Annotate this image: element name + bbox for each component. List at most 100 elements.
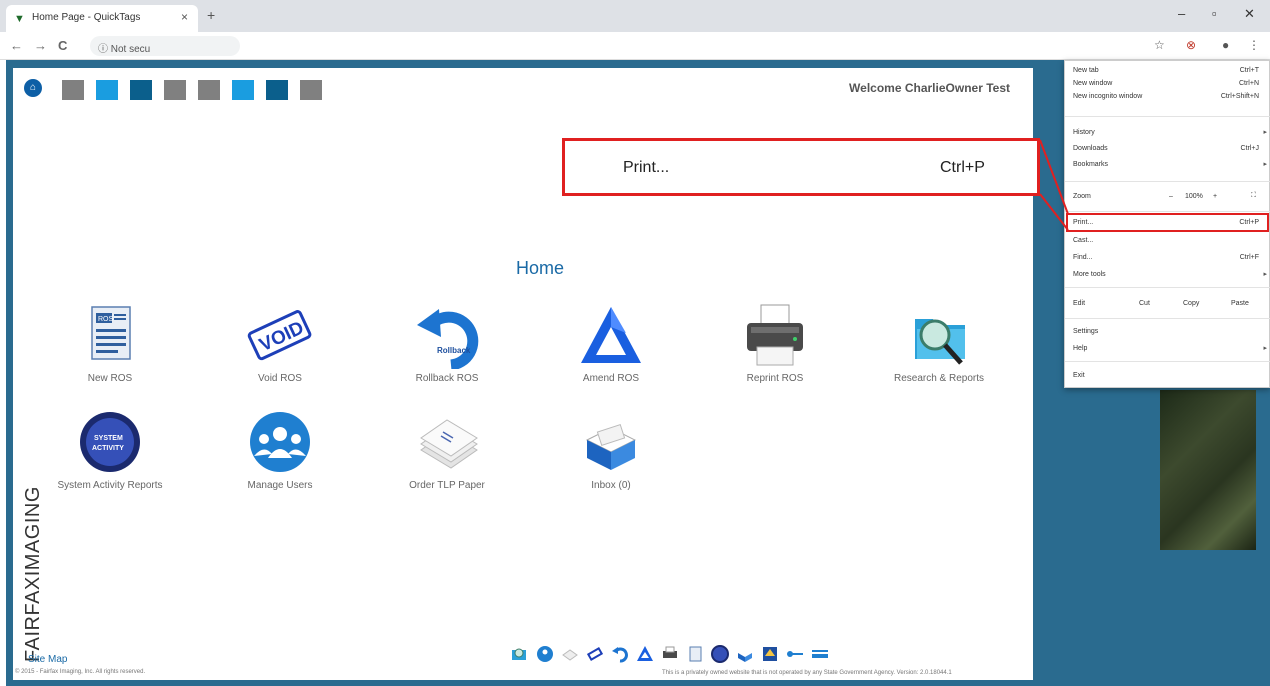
amend-ros-button[interactable]: Amend ROS [536,303,686,384]
menu-bookmarks[interactable]: Bookmarks ▸ [1065,159,1270,171]
reprint-ros-label: Reprint ROS [746,373,804,384]
void-stamp-icon: VOID [240,303,320,369]
menu-new-tab[interactable]: New tab Ctrl+T [1065,65,1270,77]
activity-icon-text: ACTIVITY [92,445,124,452]
inbox-label: Inbox (0) [591,480,631,491]
chrome-menu-icon[interactable]: ⋮ [1248,38,1260,52]
printer-mini-icon[interactable] [660,644,680,664]
ros-icon-text: ROS [98,316,114,323]
nav-tile[interactable] [266,80,288,100]
browser-tab[interactable]: ▼ Home Page - QuickTags × [6,5,198,32]
submenu-arrow-icon: ▸ [1263,161,1267,168]
print-highlight-box [1066,213,1269,232]
system-icon-text: SYSTEM [94,435,123,442]
zoom-out-button[interactable]: – [1169,193,1173,200]
system-activity-mini-icon[interactable] [710,644,730,664]
inbox-button[interactable]: Inbox (0) [536,410,686,491]
zoom-level: 100% [1185,193,1203,200]
menu-edit: Edit Cut Copy Paste [1073,300,1249,307]
quicktags-favicon-icon: ▼ [14,13,25,25]
nav-tile[interactable] [164,80,186,100]
users-mini-icon[interactable] [535,644,555,664]
menu-exit[interactable]: Exit [1065,370,1270,382]
forward-button[interactable]: → [34,38,47,53]
menu-history[interactable]: History ▸ [1065,127,1270,139]
key-mini-icon[interactable] [785,644,805,664]
back-button[interactable]: ← [10,38,23,53]
menu-new-window[interactable]: New window Ctrl+N [1065,78,1270,90]
home-icon[interactable]: ⌂ [24,79,42,97]
close-window-button[interactable]: ✕ [1244,6,1255,22]
nav-tile[interactable] [62,80,84,100]
menu-cast[interactable]: Cast... [1065,235,1270,247]
submenu-arrow-icon: ▸ [1263,129,1267,136]
paper-stack-mini-icon[interactable] [560,644,580,664]
void-ros-button[interactable]: VOID Void ROS [205,303,355,384]
new-ros-icon: ROS [70,303,150,369]
extension-icon[interactable]: ⊗ [1186,38,1196,52]
edit-copy-button[interactable]: Copy [1183,300,1199,307]
background-photo [1160,390,1256,550]
nav-tile[interactable] [198,80,220,100]
star-icon[interactable]: ☆ [1154,38,1165,52]
disclaimer-text: This is a privately owned website that i… [662,670,952,676]
address-bar[interactable]: ⓘ Not secu [90,36,240,56]
zoom-in-button[interactable]: + [1213,193,1217,200]
rollback-ros-button[interactable]: Rollback Rollback ROS [372,303,522,384]
system-activity-reports-label: System Activity Reports [57,480,163,491]
triangle-mini-icon[interactable] [635,644,655,664]
rollback-ros-label: Rollback ROS [415,373,479,384]
inbox-mini-icon[interactable] [735,644,755,664]
nav-tile[interactable] [300,80,322,100]
order-tlp-paper-button[interactable]: Order TLP Paper [372,410,522,491]
callout-print-shortcut: Ctrl+P [940,159,985,176]
folder-magnifier-icon [899,303,979,369]
nav-tile[interactable] [96,80,118,100]
upload-mini-icon[interactable] [760,644,780,664]
nav-tile[interactable] [232,80,254,100]
maximize-button[interactable]: ▫ [1212,6,1217,21]
edit-paste-button[interactable]: Paste [1231,300,1249,307]
void-ros-label: Void ROS [258,373,302,384]
menu-new-incognito-window[interactable]: New incognito window Ctrl+Shift+N [1065,91,1270,103]
menu-find[interactable]: Find... Ctrl+F [1065,252,1270,264]
tab-title: Home Page - QuickTags [32,12,141,23]
card-mini-icon[interactable] [810,644,830,664]
reprint-ros-button[interactable]: Reprint ROS [700,303,850,384]
minimize-button[interactable]: – [1178,6,1185,21]
menu-downloads[interactable]: Downloads Ctrl+J [1065,143,1270,155]
document-mini-icon[interactable] [685,644,705,664]
void-stamp-mini-icon[interactable] [585,644,605,664]
users-icon [240,410,320,476]
new-ros-button[interactable]: ROS New ROS [35,303,185,384]
quick-links-bar [510,644,1010,666]
tab-close-icon[interactable]: × [181,10,188,24]
research-reports-label: Research & Reports [893,373,985,384]
welcome-text: Welcome CharlieOwner Test [849,81,1010,95]
menu-settings[interactable]: Settings [1065,326,1270,338]
nav-tile[interactable] [130,80,152,100]
research-reports-button[interactable]: Research & Reports [864,303,1014,384]
new-tab-button[interactable]: + [207,7,215,23]
tab-bar: ▼ Home Page - QuickTags × + – ▫ ✕ [0,0,1270,32]
brand-logo: FAIRFAXIMAGING [22,486,44,662]
menu-divider [1065,181,1270,182]
system-activity-icon: SYSTEM ACTIVITY [70,410,150,476]
print-callout: Print... Ctrl+P [562,138,1040,196]
submenu-arrow-icon: ▸ [1263,345,1267,352]
amend-ros-label: Amend ROS [582,373,640,384]
reload-button[interactable]: C [58,38,67,53]
edit-cut-button[interactable]: Cut [1139,300,1150,307]
rollback-mini-icon[interactable] [610,644,630,664]
screen: ▼ Home Page - QuickTags × + – ▫ ✕ ← → C … [0,0,1270,686]
menu-divider [1065,318,1270,319]
site-map-link[interactable]: Site Map [28,654,67,665]
fullscreen-icon[interactable]: ⛶ [1251,192,1256,200]
system-activity-reports-button[interactable]: SYSTEM ACTIVITY System Activity Reports [35,410,185,491]
callout-print-label: Print... [623,159,670,176]
folder-magnifier-mini-icon[interactable] [510,644,530,664]
menu-help[interactable]: Help ▸ [1065,343,1270,355]
profile-icon[interactable]: ● [1222,38,1229,52]
manage-users-button[interactable]: Manage Users [205,410,355,491]
menu-more-tools[interactable]: More tools ▸ [1065,269,1270,281]
